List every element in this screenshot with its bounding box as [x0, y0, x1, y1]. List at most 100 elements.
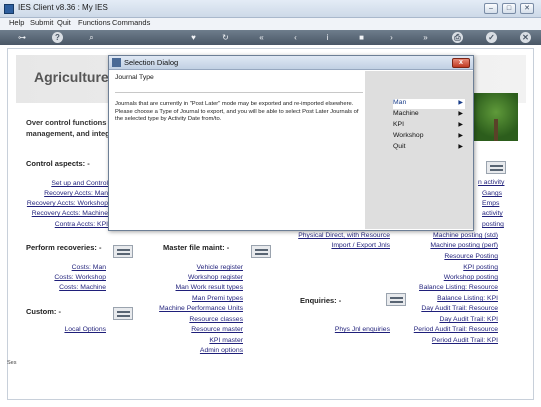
section-perform-recoveries: Perform recoveries: - [26, 243, 102, 252]
menu-functions[interactable]: Functions [78, 18, 111, 27]
dialog-title: Selection Dialog [124, 58, 179, 67]
section-custom: Custom: - [26, 307, 61, 316]
link-admin-options[interactable]: Admin options [128, 347, 243, 354]
next-page-icon[interactable]: › [386, 32, 397, 43]
link-recovery-accts-workshop[interactable]: Recovery Accts: Workshop [18, 200, 108, 207]
info-icon[interactable]: i [322, 32, 333, 43]
link-partial-posting[interactable]: posting [482, 221, 504, 228]
link-workshop-register[interactable]: Workshop register [128, 274, 243, 281]
option-kpi[interactable]: KPI ▶ [393, 121, 465, 131]
sidebar-fragment: Ses [7, 360, 17, 366]
help-icon[interactable]: ? [52, 32, 63, 43]
print-icon[interactable]: ⎙ [452, 32, 463, 43]
cancel-icon[interactable]: ✕ [520, 32, 531, 43]
section-enquiries: Enquiries: - [300, 296, 342, 305]
option-man[interactable]: Man ▶ [393, 99, 465, 109]
menu-submit[interactable]: Submit [30, 18, 53, 27]
link-kpi-master[interactable]: KPI master [128, 337, 243, 344]
option-label: Machine [393, 110, 419, 117]
prev-page-icon[interactable]: ‹ [290, 32, 301, 43]
link-workshop-posting[interactable]: Workshop posting [386, 274, 498, 281]
link-resource-master[interactable]: Resource master [128, 326, 243, 333]
link-balance-listing-resource[interactable]: Balance Listing: Resource [378, 284, 498, 291]
minimize-button[interactable]: – [484, 3, 498, 14]
section-icon [486, 161, 506, 174]
divider [115, 92, 363, 93]
link-recovery-accts-man[interactable]: Recovery Accts: Man [28, 190, 108, 197]
arrow-right-icon: ▶ [458, 111, 463, 117]
toolbar: ⊶ ? ⌕ ♥ ↻ « ‹ i ■ › » ⎙ ✓ ✕ [0, 30, 541, 45]
dialog-close-button[interactable]: x [452, 58, 470, 68]
link-kpi-posting[interactable]: KPI posting [386, 264, 498, 271]
heart-icon[interactable]: ♥ [188, 32, 199, 43]
link-resource-classes[interactable]: Resource classes [128, 316, 243, 323]
arrow-right-icon: ▶ [458, 100, 463, 106]
option-label: Workshop [393, 132, 424, 139]
refresh-icon[interactable]: ↻ [220, 32, 231, 43]
app-icon [4, 4, 14, 14]
last-page-icon[interactable]: » [420, 32, 431, 43]
first-page-icon[interactable]: « [256, 32, 267, 43]
dialog-description: Journals that are currently in "Post Lat… [115, 101, 359, 122]
palm-tree-image [474, 93, 518, 141]
link-period-audit-trail-resource[interactable]: Period Audit Trail: Resource [368, 326, 498, 333]
link-partial-emps[interactable]: Emps [482, 200, 499, 207]
option-machine[interactable]: Machine ▶ [393, 110, 465, 120]
search-icon[interactable]: ⌕ [86, 32, 97, 43]
arrow-right-icon: ▶ [458, 144, 463, 150]
link-costs-machine[interactable]: Costs: Machine [28, 284, 106, 291]
option-label: Man [393, 99, 407, 106]
link-partial-activity-1[interactable]: n activity [478, 179, 504, 186]
link-partial-activity-2[interactable]: activity [482, 210, 503, 217]
option-label: Quit [393, 143, 406, 150]
window-title: IES Client v8.36 : My IES [18, 3, 108, 12]
section-icon [251, 245, 271, 258]
link-balance-listing-kpi[interactable]: Balance Listing: KPI [378, 295, 498, 302]
arrow-right-icon: ▶ [458, 133, 463, 139]
link-machine-posting-std[interactable]: Machine posting (std) [386, 232, 498, 239]
close-window-button[interactable]: ✕ [520, 3, 534, 14]
selection-dialog: Selection Dialog x Journal Type Journals… [108, 55, 474, 231]
journal-type-label: Journal Type [115, 74, 154, 81]
dialog-app-icon [112, 58, 121, 67]
link-import-export-jnls[interactable]: Import / Export Jnls [278, 242, 390, 249]
link-resource-posting[interactable]: Resource Posting [386, 253, 498, 260]
menu-commands[interactable]: Commands [112, 18, 150, 27]
option-list: Man ▶ Machine ▶ KPI ▶ Workshop ▶ Quit ▶ [365, 71, 473, 229]
link-contra-accts-kpi[interactable]: Contra Accts: KPI [28, 221, 108, 228]
link-period-audit-trail-kpi[interactable]: Period Audit Trail: KPI [368, 337, 498, 344]
intro-line-1: Over control functions fo [26, 118, 116, 127]
section-icon [113, 307, 133, 320]
link-set-up-and-control[interactable]: Set up and Control [28, 180, 108, 187]
section-control-aspects: Control aspects: - [26, 159, 90, 168]
dialog-body: Journal Type Journals that are currently… [113, 72, 365, 222]
link-costs-man[interactable]: Costs: Man [28, 264, 106, 271]
key-icon[interactable]: ⊶ [12, 32, 32, 43]
section-icon [113, 245, 133, 258]
link-day-audit-trail-resource[interactable]: Day Audit Trail: Resource [378, 305, 498, 312]
option-workshop[interactable]: Workshop ▶ [393, 132, 465, 142]
menu-quit[interactable]: Quit [57, 18, 71, 27]
arrow-right-icon: ▶ [458, 122, 463, 128]
link-man-premi-types[interactable]: Man Premi types [128, 295, 243, 302]
link-machine-performance-units[interactable]: Machine Performance Units [118, 305, 243, 312]
link-costs-workshop[interactable]: Costs: Workshop [28, 274, 106, 281]
link-local-options[interactable]: Local Options [28, 326, 106, 333]
link-recovery-accts-machine[interactable]: Recovery Accts: Machine [18, 210, 108, 217]
option-quit[interactable]: Quit ▶ [393, 143, 465, 153]
link-machine-posting-perf[interactable]: Machine posting (perf) [386, 242, 498, 249]
confirm-icon[interactable]: ✓ [486, 32, 497, 43]
maximize-button[interactable]: □ [502, 3, 516, 14]
link-partial-gangs[interactable]: Gangs [482, 190, 502, 197]
option-label: KPI [393, 121, 404, 128]
intro-text: Over control functions fo management, an… [26, 117, 116, 139]
stop-icon[interactable]: ■ [356, 32, 367, 43]
section-master-file-maint: Master file maint: - [163, 243, 230, 252]
link-day-audit-trail-kpi[interactable]: Day Audit Trail: KPI [378, 316, 498, 323]
link-vehicle-register[interactable]: Vehicle register [128, 264, 243, 271]
intro-line-2: management, and integ [26, 129, 110, 138]
link-man-work-result-types[interactable]: Man Work result types [128, 284, 244, 291]
link-physical-direct-with-resource[interactable]: Physical Direct, with Resource [278, 232, 390, 239]
dialog-titlebar: Selection Dialog x [109, 56, 473, 70]
menu-help[interactable]: Help [9, 18, 24, 27]
